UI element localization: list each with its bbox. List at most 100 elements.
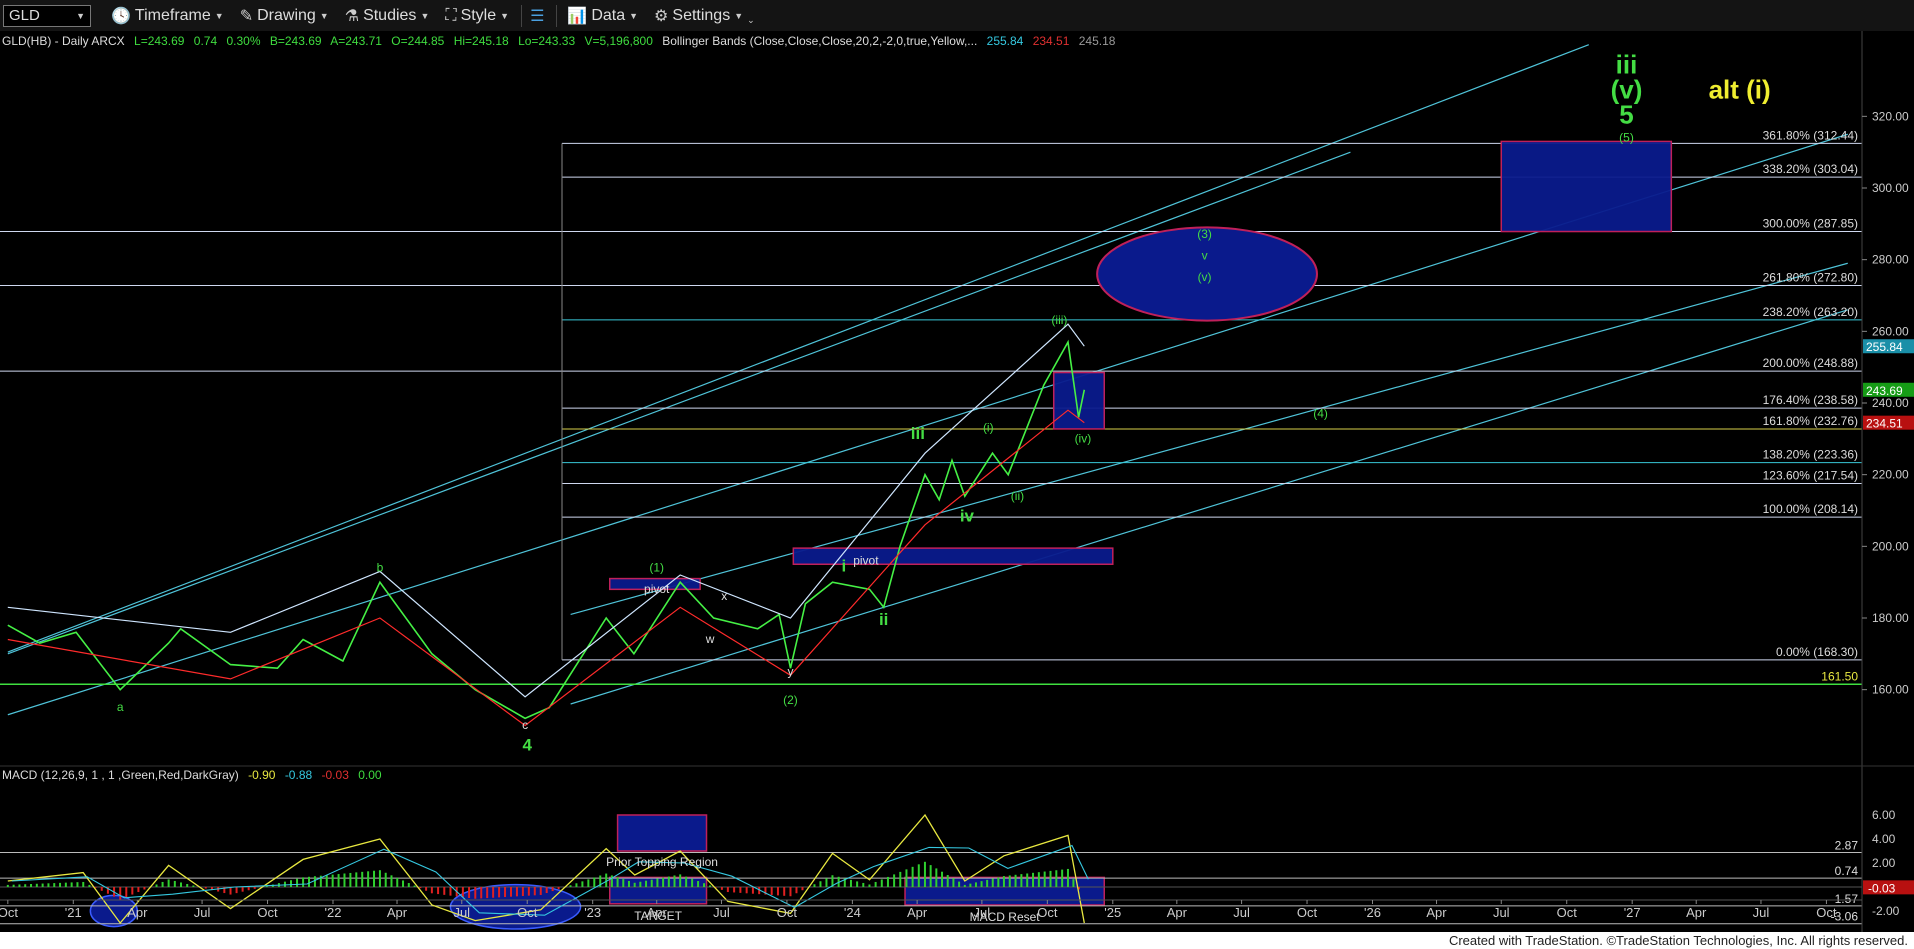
wave-label: iii bbox=[911, 424, 925, 443]
chart-header: GLD(HB) - Daily ARCX L=243.69 0.74 0.30%… bbox=[2, 34, 1116, 48]
y-tick-label: 200.00 bbox=[1872, 539, 1909, 553]
wave-label: ii bbox=[879, 610, 888, 629]
price-flag-label: 243.69 bbox=[1866, 384, 1903, 398]
header-ask: A=243.71 bbox=[330, 34, 382, 48]
x-tick-label: Oct bbox=[257, 905, 278, 920]
macd-zone bbox=[616, 814, 708, 852]
fib-label: 100.00% (208.14) bbox=[1763, 502, 1858, 516]
x-tick-label: Oct bbox=[1037, 905, 1058, 920]
x-tick-label: Apr bbox=[387, 905, 408, 920]
fib-label: 300.00% (287.85) bbox=[1763, 217, 1858, 231]
x-tick-label: Jul bbox=[713, 905, 730, 920]
x-tick-label: '22 bbox=[325, 905, 342, 920]
wave-label: (3) bbox=[1197, 227, 1212, 241]
wave-label: iv bbox=[960, 506, 975, 525]
wave-label: (5) bbox=[1619, 130, 1634, 144]
macd-y-tick-label: 2.00 bbox=[1872, 856, 1896, 870]
support-label: 161.50 bbox=[1821, 669, 1858, 683]
wave-label: (ii) bbox=[1011, 489, 1024, 503]
x-tick-label: Apr bbox=[907, 905, 928, 920]
x-tick-label: Jul bbox=[1233, 905, 1250, 920]
price-flag-label: 234.51 bbox=[1866, 417, 1903, 431]
x-tick-label: '26 bbox=[1364, 905, 1381, 920]
wave-label: pivot bbox=[853, 553, 879, 567]
y-tick-label: 160.00 bbox=[1872, 683, 1909, 697]
wave-label: (4) bbox=[1313, 406, 1328, 420]
wave-label: (iv) bbox=[1075, 431, 1092, 445]
macd-value-1: -0.90 bbox=[248, 768, 276, 782]
x-tick-label: Jul bbox=[1753, 905, 1770, 920]
wave-label: (1) bbox=[649, 560, 664, 574]
footer-credit: Created with TradeStation. ©TradeStation… bbox=[0, 932, 1914, 949]
macd-label: MACD (12,26,9, 1 , 1 ,Green,Red,DarkGray… bbox=[2, 768, 239, 782]
macd-level-label: 2.87 bbox=[1835, 839, 1859, 853]
wave-label: w bbox=[705, 632, 715, 646]
y-tick-label: 300.00 bbox=[1872, 181, 1909, 195]
header-percent: 0.30% bbox=[226, 34, 260, 48]
y-tick-label: 220.00 bbox=[1872, 468, 1909, 482]
header-volume: V=5,196,800 bbox=[584, 34, 653, 48]
x-tick-label: '21 bbox=[65, 905, 82, 920]
macd-y-tick-label: -2.00 bbox=[1872, 904, 1900, 918]
price-chart[interactable]: 361.80% (312.44) 338.20% (303.04) 300.00% … bbox=[0, 0, 1914, 932]
price-flag-label: 255.84 bbox=[1866, 340, 1903, 354]
header-bid: B=243.69 bbox=[270, 34, 322, 48]
header-bb-lower: 234.51 bbox=[1033, 34, 1070, 48]
header-open: O=244.85 bbox=[391, 34, 444, 48]
macd-flag-label: -0.03 bbox=[1868, 881, 1896, 895]
fib-label: 261.80% (272.80) bbox=[1763, 270, 1858, 284]
x-tick-label: Oct bbox=[777, 905, 798, 920]
x-tick-label: Oct bbox=[1297, 905, 1318, 920]
fib-label: 176.40% (238.58) bbox=[1763, 393, 1858, 407]
wave-label: (2) bbox=[783, 693, 798, 707]
header-bb-upper: 255.84 bbox=[987, 34, 1024, 48]
fib-label: 138.20% (223.36) bbox=[1763, 448, 1858, 462]
x-tick-label: Apr bbox=[1686, 905, 1707, 920]
macd-level-label: 0.74 bbox=[1835, 864, 1859, 878]
header-low: Lo=243.33 bbox=[518, 34, 575, 48]
x-tick-label: Apr bbox=[1167, 905, 1188, 920]
y-tick-label: 180.00 bbox=[1872, 611, 1909, 625]
wave-label: (i) bbox=[983, 421, 994, 435]
macd-header: MACD (12,26,9, 1 , 1 ,Green,Red,DarkGray… bbox=[2, 768, 382, 782]
macd-level-label: -1.57 bbox=[1831, 892, 1859, 906]
wave-label: (v) bbox=[1198, 270, 1212, 284]
x-tick-label: Oct bbox=[1816, 905, 1837, 920]
wave-label: pivot bbox=[644, 582, 670, 596]
macd-y-tick-label: 6.00 bbox=[1872, 808, 1896, 822]
x-tick-label: Oct bbox=[1557, 905, 1578, 920]
target-box bbox=[1500, 140, 1673, 233]
macd-value-4: 0.00 bbox=[358, 768, 382, 782]
x-tick-label: Apr bbox=[1426, 905, 1447, 920]
wave-label: c bbox=[522, 718, 528, 732]
header-study: Bollinger Bands (Close,Close,Close,20,2,… bbox=[662, 34, 977, 48]
wave-label: v bbox=[1202, 249, 1208, 263]
wave-label: 5 bbox=[1619, 100, 1633, 130]
x-tick-label: '27 bbox=[1624, 905, 1641, 920]
wave-label: i bbox=[841, 556, 846, 575]
header-bb-mid: 245.18 bbox=[1079, 34, 1116, 48]
x-tick-label: Apr bbox=[647, 905, 668, 920]
x-tick-label: Oct bbox=[0, 905, 18, 920]
wave-label: (iii) bbox=[1051, 313, 1067, 327]
target-box bbox=[1052, 371, 1106, 430]
x-tick-label: Oct bbox=[517, 905, 538, 920]
x-tick-label: '23 bbox=[584, 905, 601, 920]
wave-label: x bbox=[721, 589, 727, 603]
fib-label: 161.80% (232.76) bbox=[1763, 414, 1858, 428]
macd-value-2: -0.88 bbox=[285, 768, 313, 782]
x-tick-label: '24 bbox=[844, 905, 861, 920]
fib-label: 123.60% (217.54) bbox=[1763, 468, 1858, 482]
y-tick-label: 320.00 bbox=[1872, 109, 1909, 123]
fib-label: 200.00% (248.88) bbox=[1763, 356, 1858, 370]
fib-label: 0.00% (168.30) bbox=[1776, 645, 1858, 659]
fib-label: 238.20% (263.20) bbox=[1763, 305, 1858, 319]
x-tick-label: Apr bbox=[127, 905, 148, 920]
wave-label: y bbox=[787, 664, 793, 678]
wave-label: a bbox=[117, 700, 124, 714]
fib-label: 338.20% (303.04) bbox=[1763, 162, 1858, 176]
wave-label: b bbox=[377, 560, 384, 574]
x-tick-label: Jul bbox=[194, 905, 211, 920]
x-tick-label: Jul bbox=[974, 905, 991, 920]
fib-label: 361.80% (312.44) bbox=[1763, 128, 1858, 142]
